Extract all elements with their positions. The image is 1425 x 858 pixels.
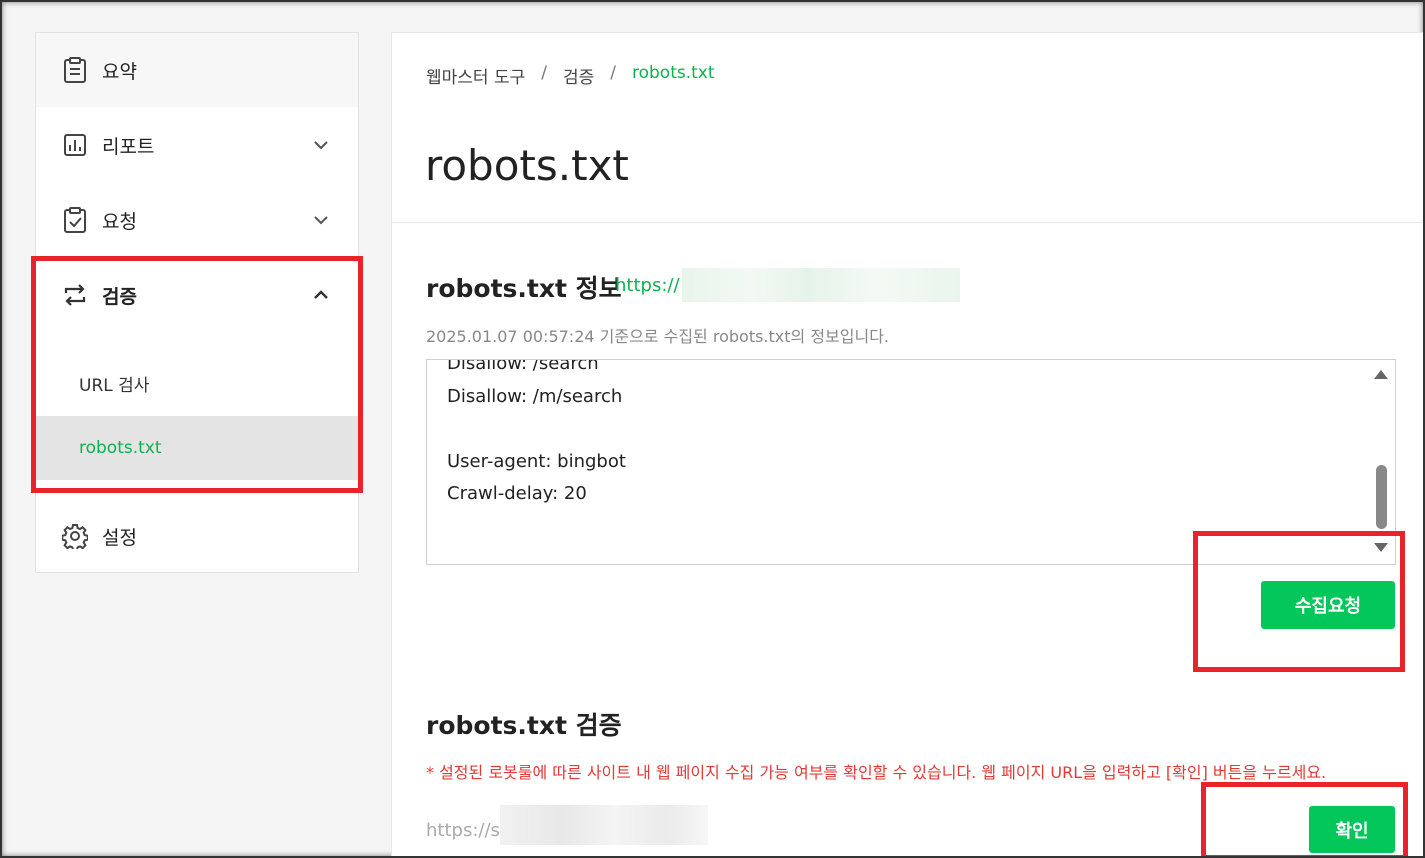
sidebar-subitem-robots-txt[interactable]: robots.txt: [36, 416, 358, 480]
vertical-scrollbar[interactable]: [1367, 360, 1395, 564]
page-title: robots.txt: [425, 141, 629, 190]
sidebar: 요약 리포트 요청 검증 URL 검사 robots.txt 설정: [35, 32, 359, 573]
divider: [392, 222, 1423, 223]
gear-icon: [62, 523, 88, 549]
site-url-link[interactable]: https://: [615, 275, 680, 296]
sidebar-item-request[interactable]: 요청: [36, 183, 358, 257]
repeat-icon: [62, 282, 88, 308]
breadcrumb: 웹마스터 도구 / 검증 / robots.txt: [426, 63, 715, 88]
robots-info-description: 2025.01.07 00:57:24 기준으로 수집된 robots.txt의…: [426, 327, 890, 346]
sidebar-subitem-url-inspect[interactable]: URL 검사: [36, 351, 358, 415]
chevron-down-icon: [314, 141, 328, 150]
scroll-down-arrow-icon[interactable]: [1374, 543, 1388, 552]
main-content: 웹마스터 도구 / 검증 / robots.txt robots.txt rob…: [391, 32, 1423, 856]
scrollbar-thumb[interactable]: [1376, 465, 1387, 529]
collect-request-button[interactable]: 수집요청: [1261, 581, 1395, 629]
breadcrumb-item-current: robots.txt: [632, 63, 715, 83]
chevron-up-icon: [314, 290, 328, 299]
sidebar-item-label: 리포트: [102, 135, 155, 158]
robots-info-title: robots.txt 정보: [426, 274, 622, 303]
breadcrumb-separator: /: [610, 63, 616, 83]
sidebar-item-label: 설정: [102, 526, 137, 549]
redacted-url-blur: [682, 268, 960, 302]
sidebar-item-label: 검증: [102, 285, 137, 308]
chevron-down-icon: [314, 216, 328, 225]
clipboard-icon: [62, 57, 88, 83]
breadcrumb-separator: /: [541, 63, 547, 83]
breadcrumb-item-verify[interactable]: 검증: [563, 63, 594, 88]
sidebar-item-summary[interactable]: 요약: [36, 33, 358, 107]
checklist-icon: [62, 207, 88, 233]
verify-instruction-note: * 설정된 로봇룰에 따른 사이트 내 웹 페이지 수집 가능 여부를 확인할 …: [426, 763, 1327, 782]
bar-chart-icon: [62, 132, 88, 158]
sidebar-item-report[interactable]: 리포트: [36, 107, 358, 183]
scroll-up-arrow-icon[interactable]: [1374, 370, 1388, 379]
sidebar-item-label: 요약: [102, 60, 137, 83]
sidebar-item-settings[interactable]: 설정: [36, 499, 358, 573]
robots-verify-title: robots.txt 검증: [426, 711, 622, 740]
sidebar-item-verify[interactable]: 검증: [36, 257, 358, 333]
breadcrumb-item-webmaster-tools[interactable]: 웹마스터 도구: [426, 63, 525, 88]
redacted-input-blur: [500, 805, 708, 845]
robots-content-text: Disallow: /search Disallow: /m/search Us…: [447, 359, 626, 504]
sidebar-item-label: 요청: [102, 210, 137, 233]
confirm-button[interactable]: 확인: [1309, 806, 1395, 853]
window-frame: 요약 리포트 요청 검증 URL 검사 robots.txt 설정 웹마스터 도…: [0, 0, 1425, 858]
robots-content-viewer[interactable]: Disallow: /search Disallow: /m/search Us…: [426, 359, 1396, 565]
